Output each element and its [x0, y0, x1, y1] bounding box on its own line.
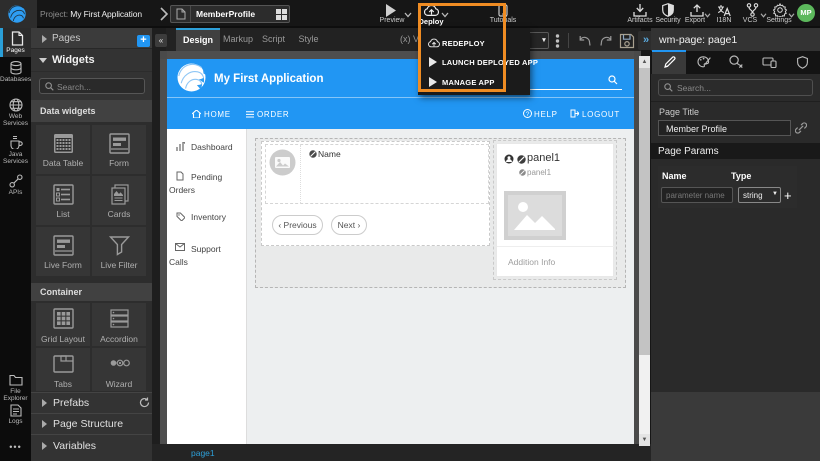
svg-text:?: ? [526, 111, 530, 118]
